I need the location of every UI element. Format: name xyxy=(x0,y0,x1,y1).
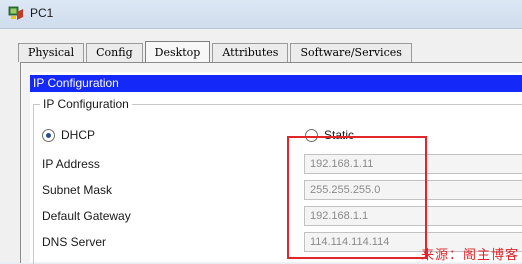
tab-config[interactable]: Config xyxy=(86,43,143,62)
ip-config-group-title: IP Configuration xyxy=(40,97,132,111)
subnet-mask-field[interactable]: 255.255.255.0 xyxy=(304,180,522,200)
ip-address-field[interactable]: 192.168.1.11 xyxy=(304,154,522,174)
tab-physical[interactable]: Physical xyxy=(18,43,85,62)
static-label: Static xyxy=(324,128,355,142)
static-radio[interactable] xyxy=(305,129,318,142)
title-bar: PC1 xyxy=(0,0,522,29)
tab-software-services[interactable]: Software/Services xyxy=(290,43,412,62)
tab-attributes[interactable]: Attributes xyxy=(212,43,289,62)
ip-address-label: IP Address xyxy=(42,157,100,171)
tab-strip: Physical Config Desktop Attributes Softw… xyxy=(18,40,414,63)
source-watermark: 来源：阁主博客 xyxy=(420,247,519,262)
dhcp-radio[interactable] xyxy=(42,129,55,142)
dhcp-label: DHCP xyxy=(61,128,96,142)
pc-app-icon xyxy=(8,6,23,20)
window-title: PC1 xyxy=(30,6,54,20)
tab-desktop[interactable]: Desktop xyxy=(144,41,211,63)
default-gateway-label: Default Gateway xyxy=(42,209,131,223)
default-gateway-field[interactable]: 192.168.1.1 xyxy=(304,206,522,226)
dns-server-label: DNS Server xyxy=(42,235,107,249)
pc1-window: PC1 Physical Config Desktop Attributes S… xyxy=(0,0,522,264)
ip-config-header: IP Configuration xyxy=(30,75,522,92)
subnet-mask-label: Subnet Mask xyxy=(42,183,113,197)
